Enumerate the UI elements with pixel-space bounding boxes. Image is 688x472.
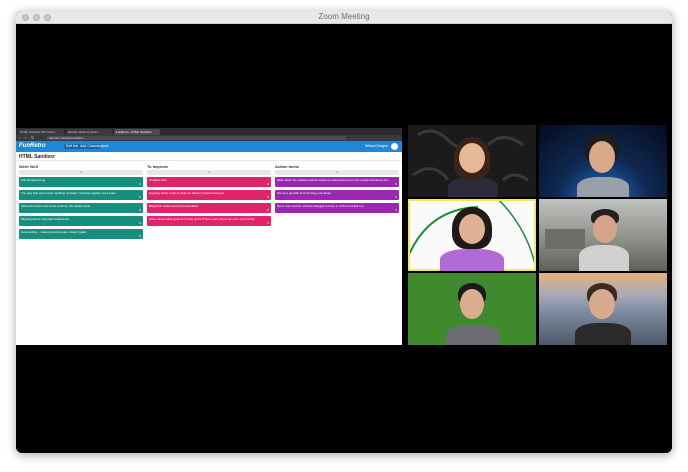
person-face	[589, 289, 615, 319]
card-text: Meeting all the important milestones	[21, 217, 70, 221]
card[interactable]: Meeting all the important milestones 0	[19, 216, 143, 226]
participant-video-tile[interactable]	[539, 199, 667, 271]
card[interactable]: Creative PRs 0	[147, 177, 271, 187]
vote-count[interactable]: 0	[395, 195, 397, 199]
person-body	[440, 249, 504, 271]
vote-count[interactable]: 0	[395, 182, 397, 186]
card-text: The way that we've been splitting up tas…	[21, 191, 116, 195]
person-body	[575, 323, 631, 345]
card[interactable]: Keeping better track of what we haven't …	[147, 190, 271, 200]
vote-count[interactable]: 0	[267, 195, 269, 199]
window-title: Zoom Meeting	[318, 12, 370, 21]
card-text: Set a max number of lines changed to hav…	[277, 204, 364, 208]
zoom-meeting-window: Zoom Meeting HTML Sanitizer API Cover...…	[16, 11, 672, 453]
vote-count[interactable]: 0	[267, 182, 269, 186]
card-text: Set up a specific time for blog post tas…	[277, 191, 331, 195]
card[interactable]: The way that we've been splitting up tas…	[19, 190, 143, 200]
card-text: Keeping better track of what we haven't …	[149, 191, 225, 195]
participant-video-tile[interactable]	[408, 273, 536, 345]
app-logo: FunRetro	[19, 143, 46, 149]
vote-count[interactable]: 0	[139, 182, 141, 186]
column-action-items: Action Items + Write down the classes th…	[275, 164, 399, 216]
person-body	[446, 325, 500, 345]
card-text: Goal setting – made granular goals, stre…	[21, 230, 87, 234]
vote-count[interactable]: 0	[139, 195, 141, 199]
person-body	[577, 177, 629, 197]
browser-tab-bar: HTML Sanitizer API Cover... Weekly Meeti…	[16, 128, 402, 135]
participant-video-tile[interactable]	[408, 125, 536, 197]
add-card-button[interactable]: +	[275, 170, 399, 175]
card-text: Creative PRs	[149, 178, 167, 182]
card-text: Write down the classes that we haven't i…	[277, 178, 389, 182]
vote-count[interactable]: 0	[395, 208, 397, 212]
vote-count[interactable]: 0	[267, 221, 269, 225]
url-field[interactable]: funretro.io/board/xJzA6r9...	[46, 136, 346, 140]
person-face	[460, 289, 484, 319]
person-body	[448, 177, 498, 197]
column-went-well: Went Well + Pair Programming 0 The way th…	[19, 164, 143, 242]
user-avatar[interactable]	[391, 143, 398, 150]
card-text: Have measurable goals for 9 day sprint (…	[149, 217, 255, 221]
forward-icon[interactable]: ›	[25, 136, 26, 140]
vote-count[interactable]: 0	[139, 234, 141, 238]
participant-video-tile[interactable]	[539, 125, 667, 197]
card-text: Blog/Tech writers and documentation	[149, 204, 199, 208]
column-to-improve: To Improve + Creative PRs 0 Keeping bette…	[147, 164, 271, 229]
person-body	[579, 245, 629, 271]
board-header: HTML Sanitizer	[16, 152, 402, 161]
person-face	[459, 214, 485, 244]
title-bar: Zoom Meeting	[16, 11, 672, 24]
card[interactable]: Set up a specific time for blog post tas…	[275, 190, 399, 200]
office-background-furniture	[545, 229, 585, 249]
active-speaker-video-tile[interactable]	[408, 199, 536, 271]
layout-button[interactable]: Layout	[96, 144, 111, 149]
card-text: Pair Programming	[21, 178, 46, 182]
card[interactable]: Write down the classes that we haven't i…	[275, 177, 399, 187]
person-face	[459, 143, 485, 173]
vote-count[interactable]: 0	[139, 208, 141, 212]
add-card-button[interactable]: +	[147, 170, 271, 175]
person-face	[593, 215, 617, 243]
person-face	[589, 141, 615, 173]
card[interactable]: Setup the fixture test & the readme, the…	[19, 203, 143, 213]
shared-screen: HTML Sanitizer API Cover... Weekly Meeti…	[16, 128, 402, 345]
card[interactable]: Pair Programming 0	[19, 177, 143, 187]
card-text: Setup the fixture test & the readme, the…	[21, 204, 91, 208]
card[interactable]: Set a max number of lines changed to hav…	[275, 203, 399, 213]
participant-video-tile[interactable]	[539, 273, 667, 345]
card[interactable]: Have measurable goals for 9 day sprint (…	[147, 216, 271, 226]
board-title: HTML Sanitizer	[19, 154, 56, 160]
user-name: Wilson Dragon	[365, 144, 388, 148]
vote-count[interactable]: 0	[139, 221, 141, 225]
back-icon[interactable]: ‹	[19, 136, 20, 140]
vote-count[interactable]: 0	[267, 208, 269, 212]
app-header: FunRetro Edit Info Add Column Layout Wil…	[16, 141, 402, 152]
card[interactable]: Goal setting – made granular goals, stre…	[19, 229, 143, 239]
add-card-button[interactable]: +	[19, 170, 143, 175]
reload-icon[interactable]: ↻	[31, 136, 34, 140]
card[interactable]: Blog/Tech writers and documentation 0	[147, 203, 271, 213]
